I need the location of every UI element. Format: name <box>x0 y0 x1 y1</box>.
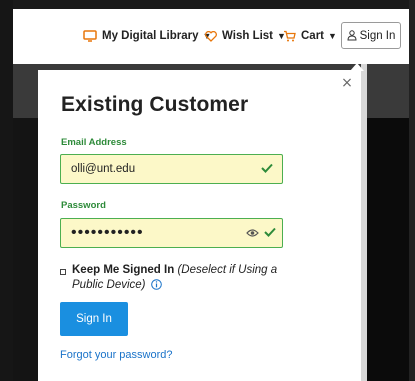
close-icon[interactable]: × <box>340 76 354 90</box>
header-bar: My Digital Library ▼ Wish List ▼ Cart ▼ … <box>13 9 409 64</box>
email-field[interactable] <box>61 155 241 183</box>
header-sign-in-button[interactable]: Sign In <box>341 22 401 49</box>
password-field[interactable] <box>61 219 241 247</box>
password-field-box <box>60 218 283 248</box>
header-sign-in-label: Sign In <box>359 29 396 42</box>
cart-menu[interactable]: Cart ▼ <box>283 27 337 45</box>
chevron-down-icon: ▼ <box>328 31 337 41</box>
remember-me-label: Keep Me Signed In <box>72 264 175 276</box>
checkbox-icon[interactable] <box>60 269 66 275</box>
remember-me-text: Keep Me Signed In (Deselect if Using a P… <box>72 263 302 293</box>
window-frame-right <box>409 0 415 381</box>
email-label: Email Address <box>61 137 127 148</box>
popup-title: Existing Customer <box>61 93 249 116</box>
window-frame-left <box>0 0 13 381</box>
email-field-box <box>60 154 283 184</box>
cart-icon <box>284 30 296 42</box>
info-icon[interactable] <box>150 279 162 290</box>
cart-label: Cart <box>301 30 325 42</box>
my-library-menu[interactable]: My Digital Library ▼ <box>83 27 211 45</box>
wish-list-menu[interactable]: Wish List ▼ <box>205 27 286 45</box>
monitor-icon <box>83 30 97 42</box>
popup-edge <box>361 64 367 381</box>
check-icon <box>264 227 276 237</box>
heart-icon <box>205 30 217 42</box>
password-label: Password <box>61 200 106 211</box>
my-library-label: My Digital Library <box>102 30 199 42</box>
window-frame-top <box>0 0 415 9</box>
user-icon <box>347 30 357 41</box>
sign-in-submit-button[interactable]: Sign In <box>60 302 128 336</box>
sign-in-popup: × Existing Customer Email Address Passwo… <box>38 70 361 381</box>
forgot-password-link[interactable]: Forgot your password? <box>60 349 173 361</box>
check-icon <box>261 163 273 173</box>
wish-list-label: Wish List <box>222 30 274 42</box>
eye-icon[interactable] <box>246 228 259 238</box>
